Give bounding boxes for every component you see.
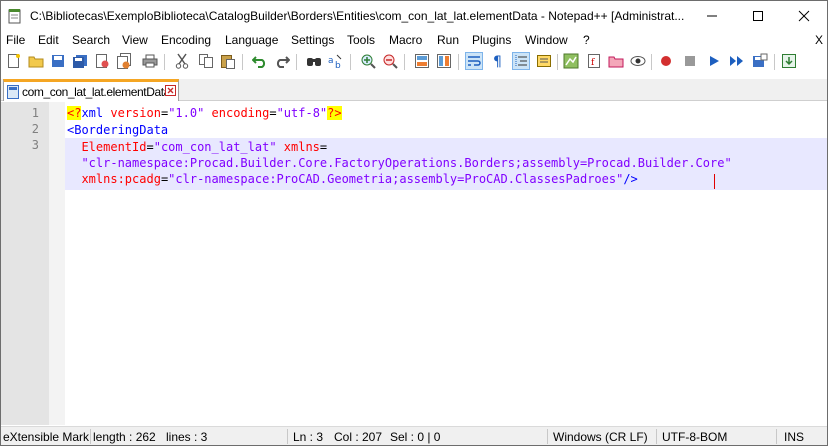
close-document-button[interactable]: X	[815, 33, 823, 47]
status-length: length : 262	[93, 430, 156, 444]
menu-bar: File Edit Search View Encoding Language …	[1, 31, 827, 50]
svg-text:¶: ¶	[493, 54, 502, 69]
tab-bar: com_con_lat_lat.elementData	[1, 79, 827, 101]
maximize-button[interactable]	[735, 1, 781, 31]
playback-macro-icon[interactable]	[705, 52, 723, 70]
status-selection: Sel : 0 | 0	[390, 430, 441, 444]
replace-icon[interactable]: ab	[327, 52, 345, 70]
monitoring-icon[interactable]	[629, 52, 647, 70]
status-lines: lines : 3	[166, 430, 208, 444]
save-macro-icon[interactable]	[751, 52, 769, 70]
code-line-3-wrap-2: xmlns:pcadg="clr-namespace:ProCAD.Geomet…	[81, 172, 638, 186]
stop-recording-icon[interactable]	[681, 52, 699, 70]
run-macro-multiple-icon[interactable]	[728, 52, 746, 70]
record-macro-icon[interactable]	[657, 52, 675, 70]
menu-tools[interactable]: Tools	[347, 33, 375, 47]
new-file-icon[interactable]	[5, 52, 23, 70]
undo-icon[interactable]	[251, 52, 269, 70]
paste-icon[interactable]	[219, 52, 237, 70]
sync-horizontal-icon[interactable]	[435, 52, 453, 70]
sync-vertical-icon[interactable]	[413, 52, 431, 70]
line-number: 1	[31, 106, 39, 120]
status-encoding: UTF-8-BOM	[662, 430, 728, 444]
copy-icon[interactable]	[197, 52, 215, 70]
zoom-out-icon[interactable]	[381, 52, 399, 70]
find-icon[interactable]	[305, 52, 323, 70]
open-file-icon[interactable]	[27, 52, 45, 70]
menu-window[interactable]: Window	[525, 33, 568, 47]
title-bar[interactable]: C:\Bibliotecas\ExemploBiblioteca\Catalog…	[1, 1, 827, 31]
fold-margin[interactable]	[49, 102, 65, 425]
notepad-plus-plus-window: C:\Bibliotecas\ExemploBiblioteca\Catalog…	[0, 0, 828, 446]
print-icon[interactable]	[141, 52, 159, 70]
close-all-icon[interactable]	[115, 52, 133, 70]
menu-view[interactable]: View	[122, 33, 148, 47]
document-icon	[7, 85, 19, 102]
menu-file[interactable]: File	[6, 33, 25, 47]
line-number: 3	[31, 138, 39, 152]
status-column: Col : 207	[334, 430, 383, 444]
status-bar: eXtensible Markup Language file length :…	[1, 426, 827, 445]
user-icon[interactable]	[780, 52, 798, 70]
svg-text:a: a	[328, 56, 334, 66]
menu-macro[interactable]: Macro	[389, 33, 422, 47]
code-line-2: <BorderingData	[67, 123, 169, 137]
minimize-button[interactable]	[689, 1, 735, 31]
tab-close-icon[interactable]	[165, 85, 176, 96]
zoom-in-icon[interactable]	[359, 52, 377, 70]
status-language: eXtensible Markup Language file	[3, 430, 89, 444]
code-line-3-wrap-1: "clr-namespace:Procad.Builder.Core.Facto…	[81, 156, 732, 170]
menu-run[interactable]: Run	[437, 33, 459, 47]
line-number: 2	[31, 122, 39, 136]
toolbar: ab ¶ f	[1, 50, 827, 75]
redo-icon[interactable]	[273, 52, 291, 70]
document-map-icon[interactable]	[562, 52, 580, 70]
menu-settings[interactable]: Settings	[291, 33, 334, 47]
close-window-button[interactable]	[781, 1, 827, 31]
folder-as-workspace-icon[interactable]	[607, 52, 625, 70]
menu-help[interactable]: ?	[583, 33, 590, 47]
tab-com-con-lat-lat[interactable]: com_con_lat_lat.elementData	[3, 79, 179, 101]
menu-encoding[interactable]: Encoding	[161, 33, 211, 47]
save-icon[interactable]	[49, 52, 67, 70]
word-wrap-icon[interactable]	[465, 52, 483, 70]
cut-icon[interactable]	[173, 52, 191, 70]
menu-plugins[interactable]: Plugins	[472, 33, 511, 47]
show-all-characters-icon[interactable]: ¶	[489, 52, 507, 70]
menu-search[interactable]: Search	[72, 33, 110, 47]
svg-text:b: b	[335, 61, 341, 69]
text-caret	[714, 174, 715, 189]
user-defined-language-icon[interactable]	[535, 52, 553, 70]
notepad-plus-plus-app-icon	[8, 8, 22, 24]
code-line-1: <?xml version="1.0" encoding="utf-8"?>	[67, 106, 342, 120]
code-line-3: ElementId="com_con_lat_lat" xmlns=	[81, 140, 328, 154]
tab-label: com_con_lat_lat.elementData	[22, 85, 170, 99]
close-icon[interactable]	[93, 52, 111, 70]
line-number-gutter: 1 2 3	[1, 102, 49, 425]
indent-guide-icon[interactable]	[512, 52, 530, 70]
save-all-icon[interactable]	[71, 52, 89, 70]
status-eol: Windows (CR LF)	[553, 430, 648, 444]
window-title: C:\Bibliotecas\ExemploBiblioteca\Catalog…	[30, 9, 685, 23]
menu-edit[interactable]: Edit	[38, 33, 59, 47]
status-insert-mode: INS	[784, 430, 805, 444]
function-list-icon[interactable]: f	[585, 52, 603, 70]
text-editor[interactable]: 1 2 3 <?xml version="1.0" encoding="utf-…	[1, 102, 827, 425]
menu-language[interactable]: Language	[225, 33, 278, 47]
status-line-number: Ln : 3	[293, 430, 324, 444]
